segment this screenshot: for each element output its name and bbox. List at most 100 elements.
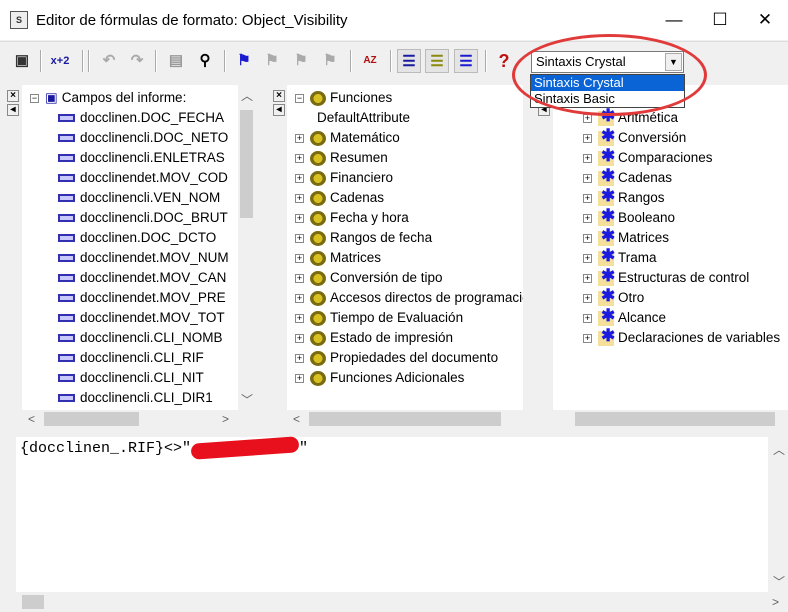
expand-icon[interactable]: + [295, 193, 304, 203]
expand-icon[interactable]: + [583, 133, 592, 143]
collapse-pane-icon[interactable]: ◂ [7, 104, 19, 116]
expand-icon[interactable]: + [295, 133, 304, 143]
operator-category[interactable]: + Trama [583, 247, 657, 267]
function-category[interactable]: + Tiempo de Evaluación [295, 309, 463, 327]
field-item[interactable]: docclinencli.CLI_RIF [58, 349, 204, 367]
formula-text[interactable]: {docclinen_.RIF}<>" " [20, 436, 308, 460]
formula-editor[interactable] [16, 437, 768, 592]
minimize-button[interactable]: — [651, 0, 697, 40]
functions-root[interactable]: − Funciones [295, 89, 392, 107]
scroll-thumb[interactable] [22, 595, 44, 609]
field-item[interactable]: docclinendet.MOV_NUM [58, 249, 229, 267]
function-category[interactable]: + Propiedades del documento [295, 349, 498, 367]
field-item[interactable]: docclinendet.MOV_TOT [58, 309, 225, 327]
field-item[interactable]: docclinencli.CLI_NIT [58, 369, 204, 387]
field-item[interactable]: docclinencli.DOC_BRUT [58, 209, 228, 227]
editor-horizontal-scrollbar[interactable]: > [0, 592, 788, 612]
expand-icon[interactable]: + [583, 293, 592, 303]
function-category[interactable]: + Fecha y hora [295, 209, 409, 227]
function-category[interactable]: + Financiero [295, 169, 393, 187]
function-category[interactable]: + Matemático [295, 129, 400, 147]
function-category[interactable]: + Rangos de fecha [295, 229, 432, 247]
expand-icon[interactable]: + [295, 313, 304, 323]
editor-vertical-scrollbar[interactable]: ︿ ﹀ [768, 437, 788, 592]
sort-icon[interactable]: AZ [358, 49, 382, 73]
expand-icon[interactable]: + [295, 153, 304, 163]
scroll-thumb[interactable] [575, 412, 775, 426]
expand-icon[interactable]: + [583, 213, 592, 223]
function-category[interactable]: + Conversión de tipo [295, 269, 443, 287]
close-pane-icon[interactable]: × [7, 90, 19, 102]
expand-icon[interactable]: + [295, 253, 304, 263]
expand-icon[interactable]: + [583, 173, 592, 183]
expand-icon[interactable]: + [583, 193, 592, 203]
expand-icon[interactable]: + [583, 253, 592, 263]
expand-icon[interactable]: + [295, 373, 304, 383]
operators-horizontal-scrollbar[interactable] [553, 410, 788, 428]
collapse-pane-icon[interactable]: ◂ [273, 104, 285, 116]
field-item[interactable]: docclinendet.MOV_PRE [58, 289, 226, 307]
operator-category[interactable]: + Cadenas [583, 167, 672, 187]
expand-icon[interactable]: + [295, 273, 304, 283]
function-default-attribute[interactable]: DefaultAttribute [317, 109, 410, 127]
functions-horizontal-scrollbar[interactable]: < [287, 410, 523, 428]
function-category[interactable]: + Accesos directos de programación [295, 289, 523, 307]
save-icon[interactable]: ▣ [10, 49, 34, 73]
function-category[interactable]: + Resumen [295, 149, 388, 167]
scroll-thumb[interactable] [240, 110, 253, 218]
show-fields-tree-icon[interactable]: ☰ [397, 49, 421, 73]
close-pane-icon[interactable]: × [273, 90, 285, 102]
function-category[interactable]: + Estado de impresión [295, 329, 453, 347]
field-item[interactable]: docclinen.DOC_DCTO [58, 229, 216, 247]
scroll-thumb[interactable] [44, 412, 139, 426]
expand-icon[interactable]: + [583, 273, 592, 283]
previous-bookmark-icon[interactable]: ⚑ [289, 49, 313, 73]
expand-icon[interactable]: + [295, 233, 304, 243]
function-category[interactable]: + Cadenas [295, 189, 384, 207]
field-item[interactable]: docclinen.DOC_FECHA [58, 109, 224, 127]
expand-icon[interactable]: + [295, 333, 304, 343]
find-icon[interactable]: ⚲ [193, 49, 217, 73]
operator-category[interactable]: + Alcance [583, 307, 666, 327]
fields-vertical-scrollbar[interactable]: ︿ ﹀ [238, 85, 255, 410]
field-item[interactable]: docclinencli.VEN_NOM [58, 189, 220, 207]
operator-category[interactable]: + Declaraciones de variables [583, 327, 780, 347]
field-item[interactable]: docclinendet.MOV_CAN [58, 269, 226, 287]
function-category[interactable]: + Funciones Adicionales [295, 369, 464, 387]
expand-icon[interactable]: + [583, 333, 592, 343]
expand-icon[interactable]: + [583, 313, 592, 323]
show-functions-tree-icon[interactable]: ☰ [425, 49, 449, 73]
scroll-thumb[interactable] [309, 412, 501, 426]
operator-category[interactable]: + Rangos [583, 187, 665, 207]
field-item[interactable]: docclinendet.MOV_COD [58, 169, 228, 187]
operator-category[interactable]: + Otro [583, 287, 644, 307]
fields-root[interactable]: − ▣ Campos del informe: [30, 89, 186, 107]
check-formula-icon[interactable]: x+2 [48, 49, 72, 73]
toggle-bookmark-icon[interactable]: ⚑ [232, 49, 256, 73]
field-item[interactable]: docclinencli.DOC_NETO [58, 129, 228, 147]
operator-category[interactable]: + Matrices [583, 227, 669, 247]
next-bookmark-icon[interactable]: ⚑ [260, 49, 284, 73]
collapse-icon[interactable]: − [30, 93, 39, 103]
redo-icon[interactable]: ↷ [125, 49, 149, 73]
close-button[interactable]: ✕ [742, 0, 788, 40]
expand-icon[interactable]: + [295, 353, 304, 363]
fields-horizontal-scrollbar[interactable]: < > [22, 410, 255, 428]
field-item[interactable]: docclinencli.ENLETRAS [58, 149, 225, 167]
operator-category[interactable]: + Estructuras de control [583, 267, 749, 287]
collapse-icon[interactable]: − [295, 93, 304, 103]
expand-icon[interactable]: + [583, 153, 592, 163]
clear-bookmarks-icon[interactable]: ⚑ [318, 49, 342, 73]
show-operators-tree-icon[interactable]: ☰ [454, 49, 478, 73]
browse-data-icon[interactable]: ▤ [164, 49, 188, 73]
undo-icon[interactable]: ↶ [97, 49, 121, 73]
maximize-button[interactable]: ☐ [697, 0, 743, 40]
operator-category[interactable]: + Booleano [583, 207, 675, 227]
field-item[interactable]: docclinencli.CLI_NOMB [58, 329, 223, 347]
operator-category[interactable]: + Comparaciones [583, 147, 713, 167]
expand-icon[interactable]: + [295, 213, 304, 223]
expand-icon[interactable]: + [583, 233, 592, 243]
operator-category[interactable]: + Conversión [583, 127, 686, 147]
expand-icon[interactable]: + [295, 173, 304, 183]
function-category[interactable]: + Matrices [295, 249, 381, 267]
